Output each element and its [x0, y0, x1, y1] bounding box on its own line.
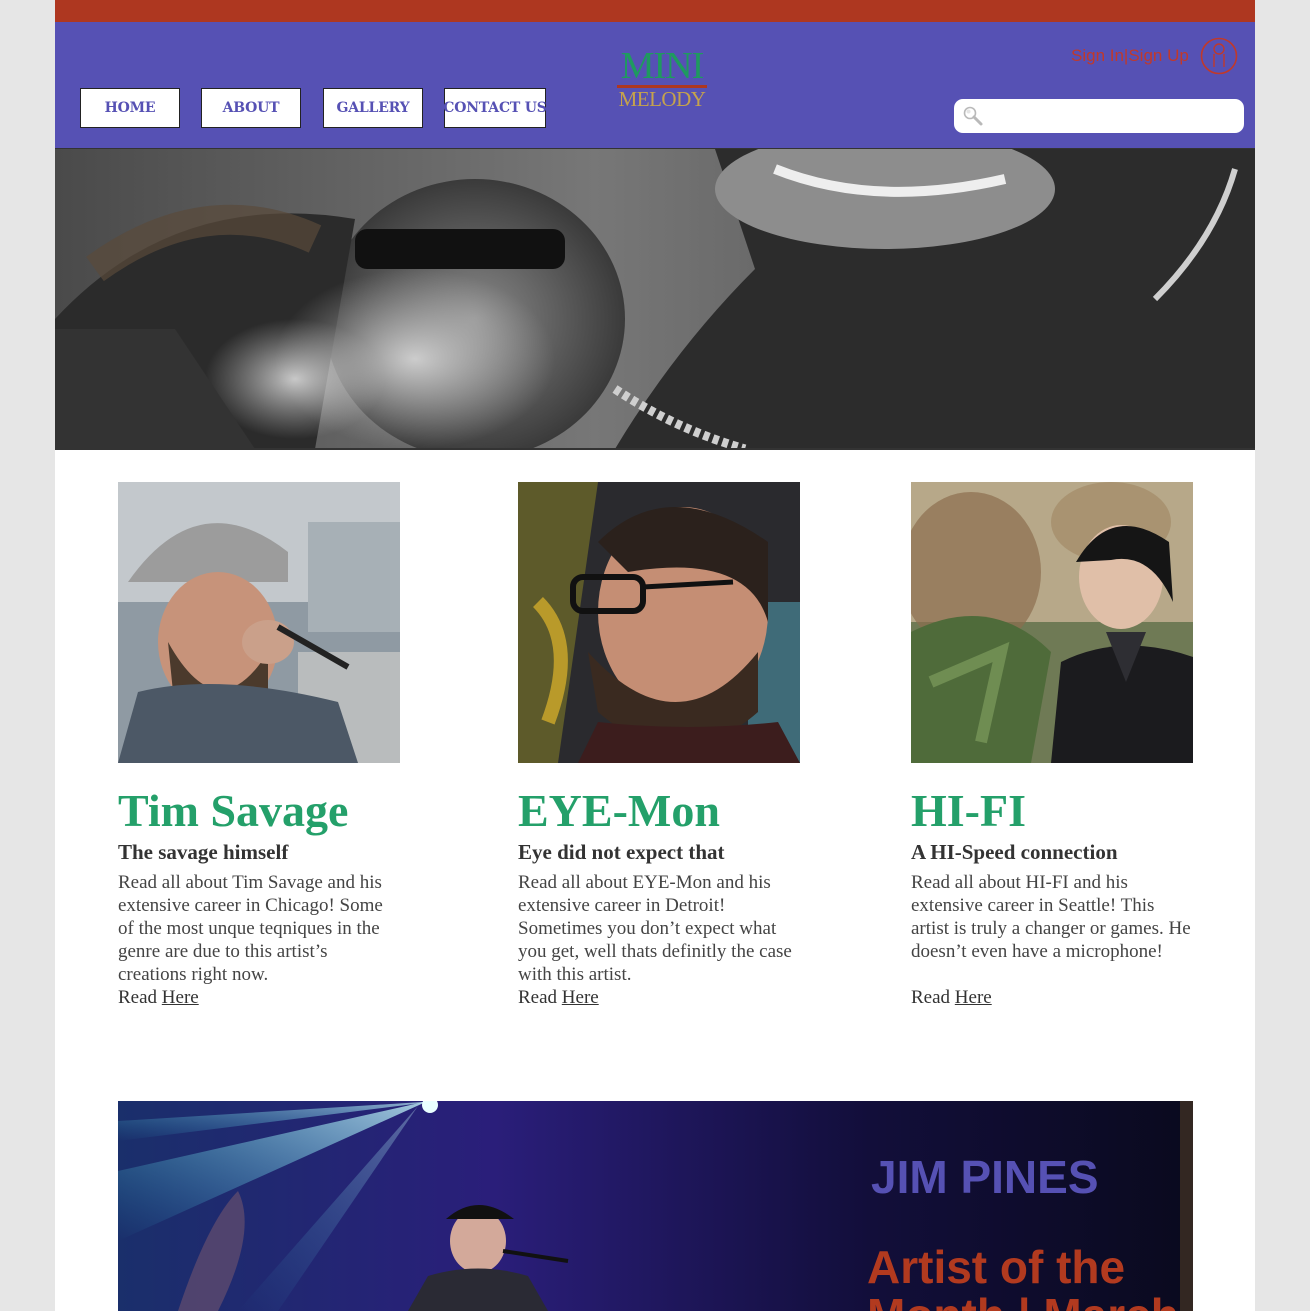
- read-prefix: Read: [118, 987, 158, 1008]
- hero-banner-image: [55, 148, 1255, 450]
- logo-mini-text: MINI: [620, 45, 705, 87]
- artist-photo[interactable]: [118, 482, 400, 763]
- site-logo[interactable]: MINI MELODY: [614, 45, 710, 111]
- read-prefix: Read: [518, 987, 558, 1008]
- site-header: HOME ABOUT GALLERY CONTACT US MINI MELOD…: [55, 22, 1255, 148]
- logo-melody-text: MELODY: [618, 87, 706, 111]
- nav-about-button[interactable]: ABOUT: [201, 88, 301, 128]
- hero-photo: [55, 149, 1255, 448]
- artist-subtitle: Eye did not expect that: [518, 840, 725, 864]
- artist-subtitle: The savage himself: [118, 840, 289, 864]
- search-icon: [963, 106, 983, 126]
- artist-name: HI-FI: [911, 785, 1026, 836]
- artist-description: Read all about EYE-Mon and his extensive…: [518, 872, 792, 985]
- artist-card: Tim Savage The savage himself Read all a…: [118, 482, 400, 1009]
- read-line: Read Here: [518, 986, 800, 1009]
- artist-photo[interactable]: [518, 482, 800, 763]
- artist-description: Read all about Tim Savage and his extens…: [118, 872, 383, 985]
- nav-contact-button[interactable]: CONTACT US: [443, 88, 547, 128]
- read-line: Read Here: [911, 986, 1193, 1009]
- search-input[interactable]: [988, 103, 1238, 131]
- artist-description: Read all about HI-FI and his extensive c…: [911, 872, 1191, 962]
- artist-photo[interactable]: [911, 482, 1193, 763]
- read-here-link[interactable]: Here: [955, 987, 992, 1008]
- search-box[interactable]: [954, 99, 1244, 133]
- read-here-link[interactable]: Here: [162, 987, 199, 1008]
- nav-gallery-button[interactable]: GALLERY: [323, 88, 423, 128]
- featured-artist-title: Artist of the Month | March: [867, 1241, 1179, 1311]
- read-prefix: Read: [911, 987, 951, 1008]
- read-line: Read Here: [118, 986, 400, 1009]
- featured-artist-name: JIM PINES: [871, 1151, 1099, 1203]
- user-icon[interactable]: [1199, 36, 1239, 76]
- artist-name: Tim Savage: [118, 785, 349, 836]
- nav-home-button[interactable]: HOME: [80, 88, 180, 128]
- artist-of-the-month-banner[interactable]: JIM PINES Artist of the Month | March: [118, 1101, 1193, 1311]
- read-here-link[interactable]: Here: [562, 987, 599, 1008]
- artist-card: EYE-Mon Eye did not expect that Read all…: [518, 482, 800, 1009]
- artist-card: HI-FI A HI-Speed connection Read all abo…: [911, 482, 1193, 1009]
- artist-name: EYE-Mon: [518, 785, 720, 836]
- page: HOME ABOUT GALLERY CONTACT US MINI MELOD…: [55, 0, 1255, 1311]
- top-accent-strip: [55, 0, 1255, 22]
- artist-subtitle: A HI-Speed connection: [911, 840, 1118, 864]
- sign-in-sign-up-link[interactable]: Sign In|Sign Up: [1071, 46, 1189, 66]
